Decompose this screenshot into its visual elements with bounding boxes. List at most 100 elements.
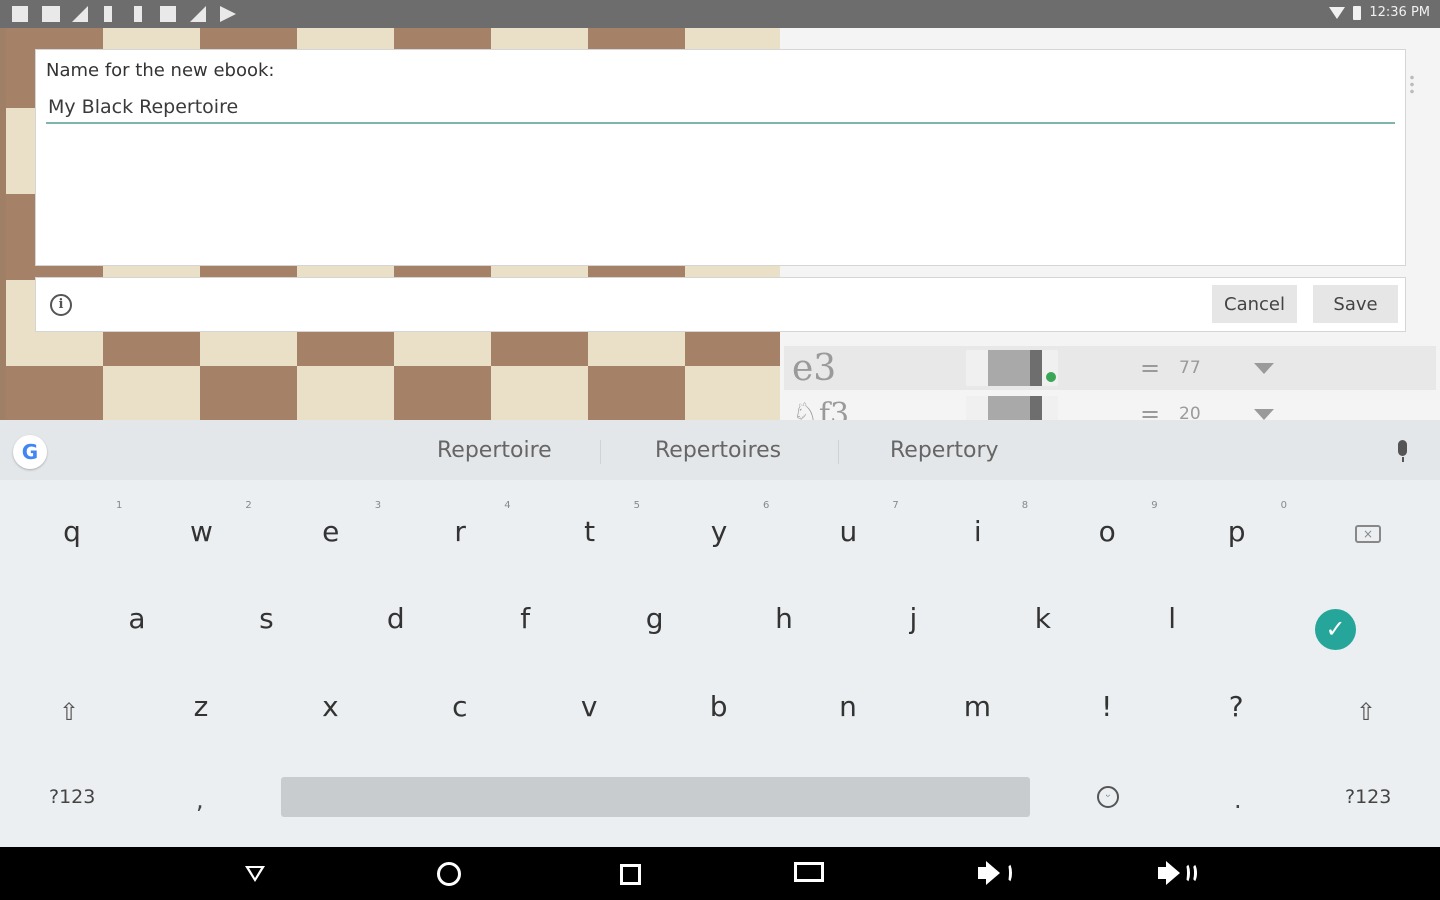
- move-name: ♘f3: [792, 396, 850, 421]
- key-f[interactable]: f: [495, 602, 555, 635]
- key-c[interactable]: c: [430, 690, 490, 723]
- key-p[interactable]: p: [1207, 515, 1267, 548]
- screenshot-icon[interactable]: [794, 862, 824, 882]
- suggestion-divider: [600, 440, 601, 464]
- wifi-icon: [1329, 6, 1346, 19]
- key-o[interactable]: o: [1077, 515, 1137, 548]
- key-n[interactable]: n: [818, 690, 878, 723]
- key-z[interactable]: z: [171, 690, 231, 723]
- status-right: 12:36 PM: [1329, 5, 1430, 20]
- home-icon[interactable]: [437, 862, 461, 886]
- cancel-button[interactable]: Cancel: [1212, 285, 1297, 323]
- suggestion-3[interactable]: Repertory: [890, 438, 999, 463]
- shift-left-icon[interactable]: ⇧: [59, 698, 79, 726]
- notification-icon: [42, 6, 60, 22]
- key-hint: 1: [116, 500, 123, 511]
- board-square[interactable]: [491, 366, 588, 420]
- key-t[interactable]: t: [560, 515, 620, 548]
- symbols-key-left[interactable]: ?123: [49, 786, 95, 808]
- game-count: 20: [1179, 404, 1201, 420]
- clock: 12:36 PM: [1369, 5, 1430, 20]
- evaluation-sign: =: [1140, 354, 1161, 382]
- key-exclamation[interactable]: !: [1077, 690, 1137, 723]
- chevron-down-icon[interactable]: [1254, 362, 1274, 374]
- board-square[interactable]: [103, 366, 200, 420]
- suggestion-2[interactable]: Repertoires: [655, 438, 781, 463]
- key-v[interactable]: v: [559, 690, 619, 723]
- dialog-action-bar: i Cancel Save: [36, 278, 1405, 331]
- emoji-icon[interactable]: ᵕ: [1097, 786, 1119, 808]
- key-i[interactable]: i: [948, 515, 1008, 548]
- recent-apps-icon[interactable]: [620, 864, 641, 885]
- signal-icon: [72, 6, 88, 22]
- key-s[interactable]: s: [236, 602, 296, 635]
- microphone-icon[interactable]: [1398, 440, 1407, 456]
- evaluation-sign: =: [1140, 400, 1161, 420]
- move-name: e3: [792, 347, 837, 389]
- key-b[interactable]: b: [689, 690, 749, 723]
- key-g[interactable]: g: [625, 602, 685, 635]
- key-j[interactable]: j: [883, 602, 943, 635]
- key-l[interactable]: l: [1142, 602, 1202, 635]
- key-y[interactable]: y: [689, 515, 749, 548]
- backspace-icon[interactable]: ×: [1355, 525, 1381, 543]
- key-question[interactable]: ?: [1206, 690, 1266, 723]
- board-square[interactable]: [6, 366, 103, 420]
- more-options-icon[interactable]: [1410, 74, 1414, 94]
- navigation-bar: [0, 847, 1440, 900]
- usb-icon: [134, 6, 142, 22]
- enter-key[interactable]: ✓: [1315, 609, 1356, 650]
- board-square[interactable]: [394, 366, 491, 420]
- key-hint: 4: [504, 500, 511, 511]
- board-square[interactable]: [200, 366, 297, 420]
- board-square[interactable]: [588, 366, 685, 420]
- move-row-e3[interactable]: e3 = 77: [784, 346, 1436, 390]
- key-w[interactable]: w: [171, 515, 231, 548]
- stats-bar-draw: [988, 396, 1030, 420]
- save-button[interactable]: Save: [1313, 285, 1398, 323]
- key-hint: 6: [763, 500, 770, 511]
- status-dot: [1046, 372, 1056, 382]
- key-e[interactable]: e: [301, 515, 361, 548]
- shift-right-icon[interactable]: ⇧: [1356, 698, 1376, 726]
- new-ebook-dialog: Name for the new ebook:: [36, 50, 1405, 265]
- key-hint: 8: [1021, 500, 1029, 511]
- key-x[interactable]: x: [300, 690, 360, 723]
- key-hint: 7: [892, 500, 899, 511]
- info-icon[interactable]: i: [50, 294, 72, 316]
- game-count: 77: [1179, 358, 1201, 378]
- suggestion-divider: [838, 440, 839, 464]
- ebook-name-input[interactable]: [46, 92, 1395, 124]
- key-h[interactable]: h: [754, 602, 814, 635]
- back-icon[interactable]: [245, 866, 265, 882]
- key-r[interactable]: r: [430, 515, 490, 548]
- notification-icon: [160, 6, 176, 22]
- dialog-title: Name for the new ebook:: [46, 60, 275, 81]
- key-q[interactable]: q: [42, 515, 102, 548]
- battery-icon: [1353, 5, 1362, 20]
- google-icon[interactable]: G: [13, 435, 47, 469]
- key-hint: 9: [1151, 500, 1158, 511]
- comma-key[interactable]: ,: [196, 786, 204, 814]
- notification-icon: [12, 6, 28, 22]
- period-key[interactable]: .: [1234, 786, 1242, 814]
- spacebar[interactable]: [281, 777, 1030, 817]
- key-hint: 2: [245, 500, 252, 511]
- move-row-nf3[interactable]: ♘f3 = 20: [784, 392, 1436, 420]
- microphone-stand: [1402, 457, 1404, 462]
- key-hint: 3: [374, 500, 382, 511]
- key-m[interactable]: m: [947, 690, 1007, 723]
- chevron-down-icon[interactable]: [1254, 408, 1274, 420]
- key-hint: 5: [633, 500, 640, 511]
- key-d[interactable]: d: [366, 602, 426, 635]
- symbols-key-right[interactable]: ?123: [1345, 786, 1391, 808]
- stats-bar-loss: [1030, 396, 1042, 420]
- key-k[interactable]: k: [1013, 602, 1073, 635]
- stats-bar-loss: [1030, 350, 1042, 386]
- usb-icon: [104, 6, 112, 22]
- board-square[interactable]: [297, 366, 394, 420]
- suggestion-1[interactable]: Repertoire: [437, 438, 552, 463]
- key-a[interactable]: a: [107, 602, 167, 635]
- board-square[interactable]: [685, 366, 780, 420]
- key-u[interactable]: u: [818, 515, 878, 548]
